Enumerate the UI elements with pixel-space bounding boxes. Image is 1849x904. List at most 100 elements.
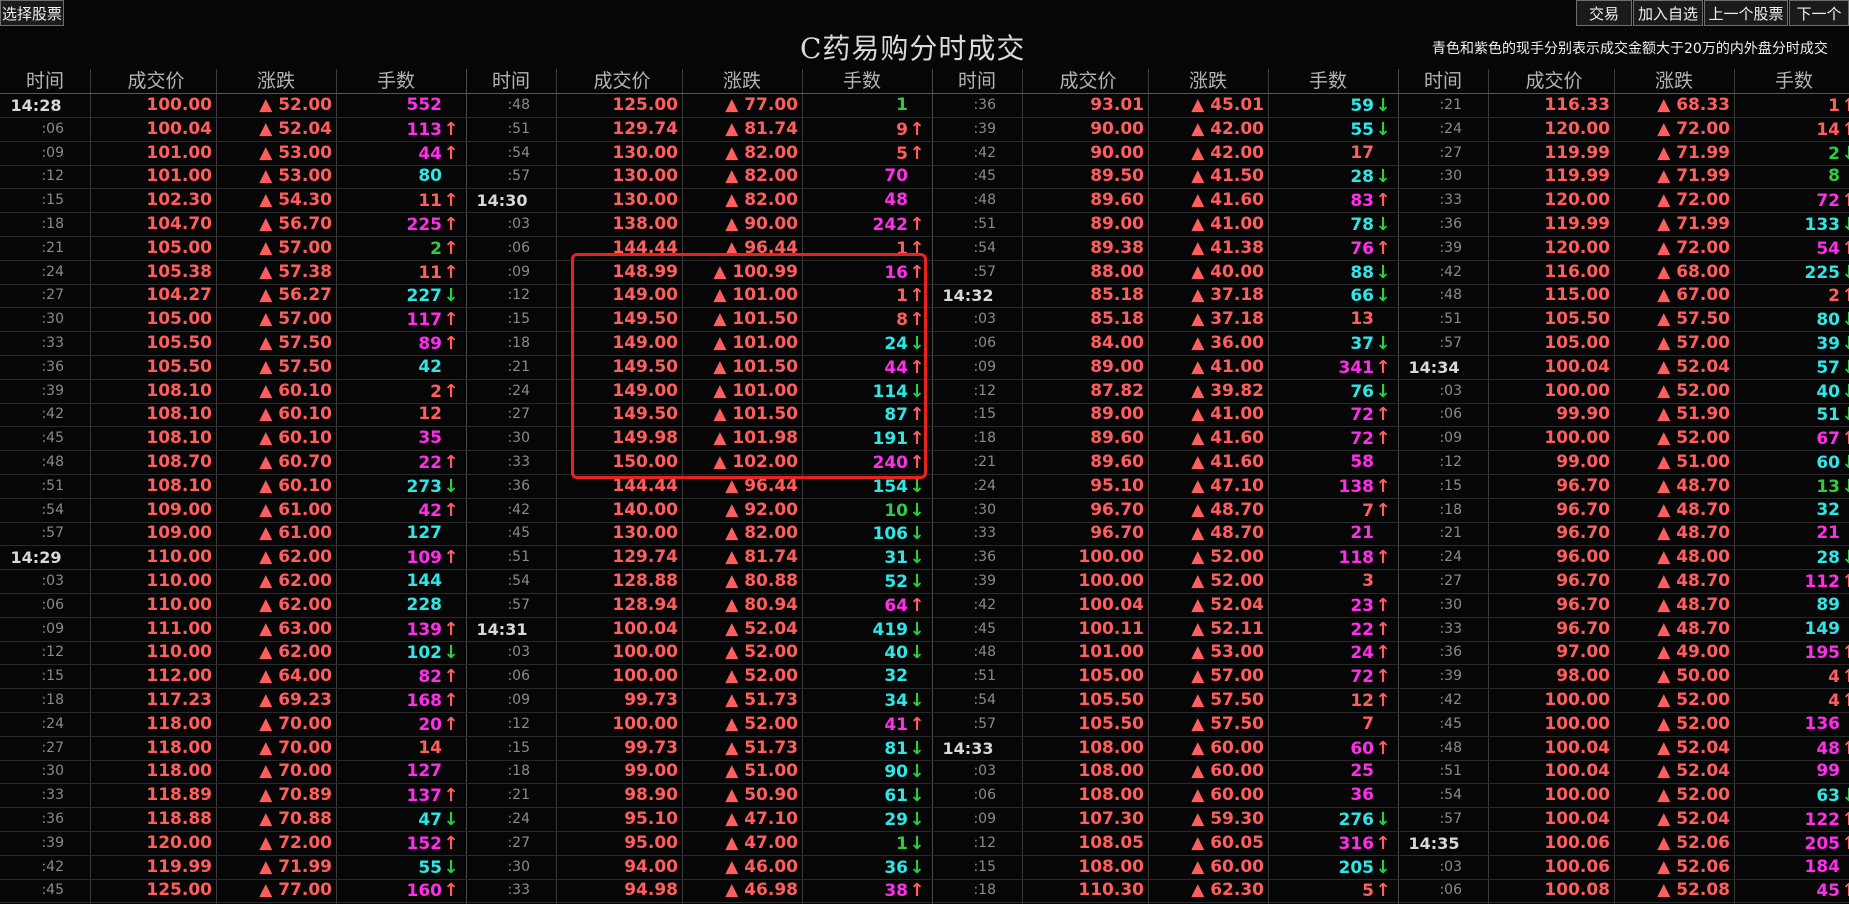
tick-volume-value: 14 [1816, 119, 1840, 140]
tick-change: ▲ 52.00 [1657, 690, 1730, 710]
arrow-down-icon: ↓ [909, 761, 925, 783]
tick-volume: 205↑ [1734, 832, 1849, 855]
tick-volume-value: 118 [1338, 548, 1375, 569]
arrow-down-icon: ↓ [1840, 261, 1849, 284]
arrow-up-icon: ↑ [443, 880, 459, 902]
tick-volume: 2↑ [1734, 284, 1849, 307]
tick-change: ▲ 53.00 [259, 166, 332, 187]
tick-volume-value: 88 [1350, 262, 1374, 283]
tick-change: ▲ 57.50 [1191, 690, 1264, 710]
arrow-up-icon: ↑ [1840, 832, 1849, 855]
tick-time: :03 [41, 573, 64, 589]
tick-price: 118.88 [146, 809, 212, 829]
tick-time: :12 [41, 168, 64, 185]
tick-change: ▲ 80.94 [725, 594, 798, 615]
tick-volume: 52↓ [802, 570, 926, 593]
tick-volume-value: 3 [1362, 571, 1374, 591]
arrow-down-icon: ↓ [1840, 451, 1849, 474]
tick-volume: 4↑ [1734, 689, 1849, 712]
tick-price: 108.10 [146, 428, 212, 449]
arrow-down-icon: ↓ [1840, 380, 1849, 403]
tick-price: 96.00 [1556, 547, 1610, 568]
tick-time: :03 [507, 644, 530, 661]
arrow-up-icon: ↑ [443, 380, 459, 402]
tick-price: 112.00 [146, 666, 212, 687]
table-row: :12 101.00 ▲ 53.00 80:57 130.00 ▲ 82.00 70:45 8… [0, 165, 1849, 190]
next-stock-button[interactable]: 下一个股 [1789, 0, 1849, 26]
tick-volume: 17 [1268, 142, 1392, 165]
trade-button[interactable]: 交易 [1576, 0, 1632, 26]
tick-time: :39 [1439, 239, 1462, 256]
tick-volume: 118↑ [1268, 546, 1392, 569]
tick-change: ▲ 52.04 [259, 118, 332, 139]
header-change: 涨跌 [1654, 70, 1693, 92]
tick-price: 130.00 [612, 190, 678, 211]
tick-change: ▲ 45.01 [1191, 95, 1264, 115]
tick-volume: 29↓ [802, 808, 926, 831]
tick-volume-value: 28 [1350, 167, 1374, 188]
tick-volume: 139↑ [336, 618, 460, 641]
arrow-up-icon: ↑ [443, 190, 459, 212]
tick-time: :09 [973, 358, 996, 375]
tick-time: :15 [973, 406, 996, 423]
tick-price: 125.00 [612, 95, 678, 115]
tick-volume-value: 41 [884, 714, 908, 735]
table-row: :51 108.10 ▲ 60.10 273↓:36 144.44 ▲ 96.44 154↓… [0, 475, 1849, 499]
tick-volume: 54↑ [1734, 237, 1849, 260]
tick-change: ▲ 60.05 [1191, 832, 1264, 853]
tick-time: :42 [41, 858, 64, 875]
tick-price: 96.70 [1556, 523, 1610, 544]
tick-time: :36 [507, 477, 530, 494]
tick-volume-value: 81 [884, 738, 908, 759]
tick-volume-value: 80 [1816, 310, 1840, 331]
tick-time: :51 [973, 668, 996, 685]
tick-volume: 99 [1734, 760, 1849, 783]
tick-volume: 40↓ [1734, 380, 1849, 403]
tick-volume-value: 63 [1816, 786, 1840, 807]
tick-price: 105.50 [146, 356, 212, 377]
tick-price: 95.10 [1090, 475, 1144, 496]
select-stock-button[interactable]: 选择股票 [0, 0, 64, 26]
tick-volume-value: 102 [406, 643, 443, 664]
arrow-up-icon: ↑ [1840, 879, 1849, 902]
tick-price: 89.60 [1090, 428, 1144, 449]
add-watchlist-button[interactable]: 加入自选 [1633, 0, 1703, 26]
tick-volume-value: 14 [418, 737, 442, 758]
prev-stock-button[interactable]: 上一个股票 [1704, 0, 1788, 26]
tick-time: :57 [1439, 335, 1462, 351]
tick-volume-value: 113 [406, 119, 443, 140]
tick-change: ▲ 71.99 [1657, 166, 1730, 187]
tick-change: ▲ 50.90 [725, 785, 798, 806]
tick-volume: 42↑ [336, 499, 460, 522]
tick-volume: 7↑ [1268, 499, 1392, 522]
tick-volume-value: 225 [406, 215, 443, 235]
tick-time: :51 [1439, 763, 1462, 780]
tick-volume: 341↑ [1268, 356, 1392, 379]
tick-change: ▲ 62.00 [259, 547, 332, 568]
tick-change: ▲ 42.00 [1191, 142, 1264, 163]
tick-volume: 8 [1734, 165, 1849, 188]
arrow-down-icon: ↓ [1375, 214, 1391, 235]
tick-time: :18 [973, 882, 996, 899]
tick-time: :48 [973, 644, 996, 661]
tick-change: ▲ 48.70 [1657, 618, 1730, 639]
tick-change: ▲ 52.04 [1657, 737, 1730, 758]
tick-volume-value: 45 [1816, 881, 1840, 902]
arrow-down-icon: ↓ [1840, 784, 1849, 807]
tick-price: 104.70 [146, 214, 212, 234]
tick-change: ▲ 57.00 [259, 309, 332, 330]
tick-price: 108.05 [1078, 832, 1144, 853]
table-row: :09 111.00 ▲ 63.00 139↑ 14:31 100.04 ▲ 52.04 41… [0, 618, 1849, 642]
tick-change: ▲ 52.00 [1657, 785, 1730, 806]
tick-volume-value: 80 [418, 166, 442, 187]
tick-time: :30 [973, 501, 996, 518]
tick-change: ▲ 70.00 [259, 761, 332, 782]
tick-volume-value: 76 [1350, 381, 1374, 402]
tick-change: ▲ 57.38 [259, 261, 332, 282]
table-row: :06 110.00 ▲ 62.00 228:57 128.94 ▲ 80.94 64↑:4… [0, 594, 1849, 618]
tick-time: 14:28 [10, 96, 62, 115]
tick-time: :45 [41, 430, 64, 447]
tick-time: :03 [973, 763, 996, 780]
tick-volume: 127 [336, 760, 460, 783]
tick-volume: 76↓ [1268, 380, 1392, 403]
